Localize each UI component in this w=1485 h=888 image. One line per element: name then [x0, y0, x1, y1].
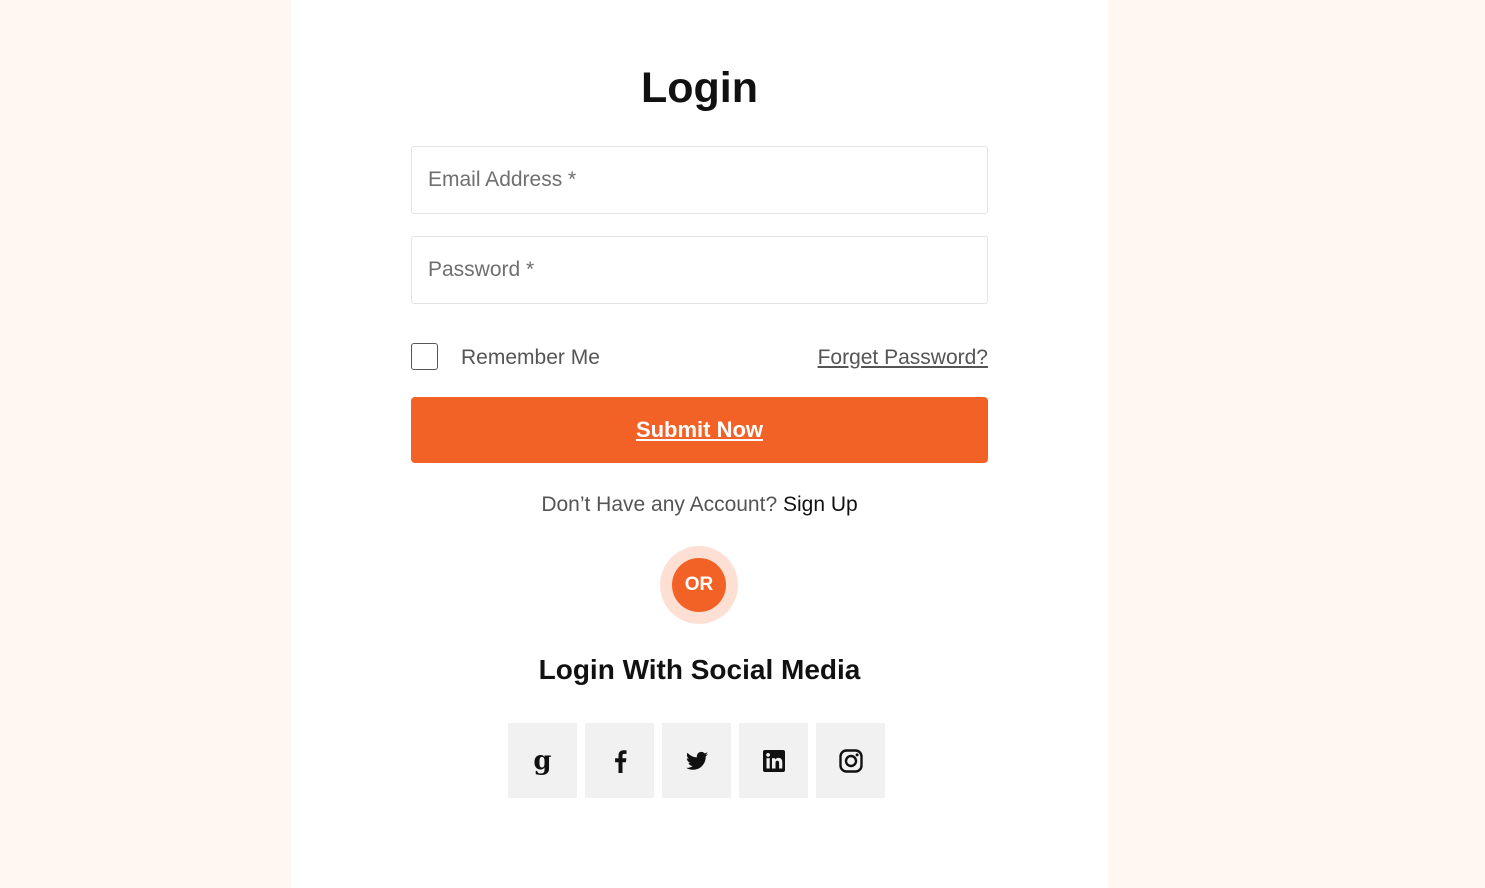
remember-me-checkbox[interactable]: [411, 343, 438, 370]
remember-row: Remember Me Forget Password?: [411, 343, 988, 373]
signup-prompt: Don’t Have any Account?: [541, 493, 778, 516]
email-field[interactable]: [411, 146, 988, 214]
submit-button[interactable]: Submit Now: [411, 397, 988, 463]
instagram-icon: [838, 748, 863, 773]
or-label: OR: [672, 558, 726, 612]
social-buttons: g: [508, 723, 885, 798]
signup-row: Don’t Have any Account? Sign Up: [291, 491, 1108, 519]
google-icon: g: [533, 745, 552, 776]
instagram-login-button[interactable]: [816, 723, 885, 798]
login-card: Login Remember Me Forget Password? Submi…: [291, 0, 1108, 888]
signup-link[interactable]: Sign Up: [783, 493, 858, 516]
social-login-title: Login With Social Media: [538, 654, 861, 685]
facebook-login-button[interactable]: [585, 723, 654, 798]
password-field[interactable]: [411, 236, 988, 304]
forgot-password-link[interactable]: Forget Password?: [818, 344, 988, 372]
facebook-icon: [614, 749, 626, 773]
remember-me-label[interactable]: Remember Me: [461, 344, 600, 372]
or-divider: OR: [660, 546, 738, 624]
twitter-icon: [685, 751, 708, 770]
linkedin-icon: [762, 749, 785, 772]
linkedin-login-button[interactable]: [739, 723, 808, 798]
twitter-login-button[interactable]: [662, 723, 731, 798]
page-title: Login: [640, 64, 758, 112]
google-login-button[interactable]: g: [508, 723, 577, 798]
